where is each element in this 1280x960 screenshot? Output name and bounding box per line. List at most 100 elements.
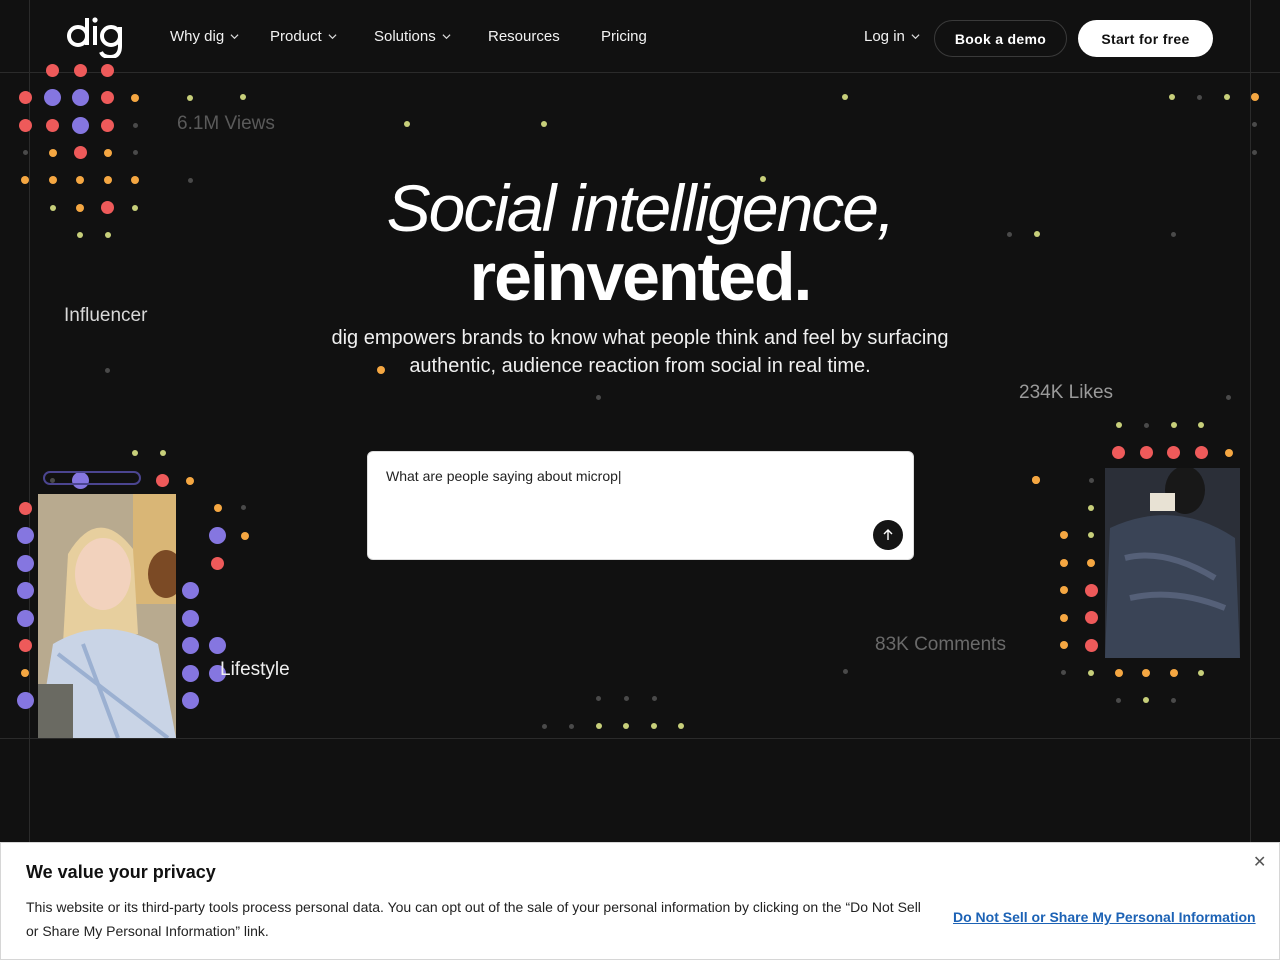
ask-search-box[interactable]: What are people saying about microp| xyxy=(367,451,914,560)
pattern-dot xyxy=(1088,477,1094,483)
pattern-dot xyxy=(21,669,29,677)
pattern-dot xyxy=(1167,446,1180,459)
hero-headline-line2: reinvented. xyxy=(469,239,813,315)
pattern-dot xyxy=(1171,697,1176,703)
pattern-dot xyxy=(240,94,246,100)
hero-divider xyxy=(0,738,1280,739)
start-free-button[interactable]: Start for free xyxy=(1078,20,1213,57)
nav-item-resources[interactable]: Resources xyxy=(488,28,560,45)
pattern-dot xyxy=(1084,638,1098,652)
pattern-dot xyxy=(1084,583,1098,597)
pattern-dot xyxy=(44,89,61,106)
pattern-dot xyxy=(104,367,110,373)
fashion-photo xyxy=(1105,468,1240,658)
login-menu[interactable]: Log in xyxy=(864,28,920,45)
frame-line-right xyxy=(1250,0,1251,842)
pattern-dot xyxy=(187,94,193,101)
pattern-dot xyxy=(156,474,169,487)
pattern-dot xyxy=(1250,93,1259,101)
pattern-dot xyxy=(1059,531,1068,539)
pattern-dot xyxy=(16,554,34,572)
pattern-dot xyxy=(181,664,199,682)
pattern-dot xyxy=(181,637,199,654)
pattern-dot xyxy=(16,692,34,709)
pattern-dot xyxy=(595,695,601,701)
pattern-dot xyxy=(1112,446,1125,459)
pattern-dot xyxy=(1061,670,1066,675)
nav-item-label: Solutions xyxy=(374,28,436,45)
pattern-dot xyxy=(1088,532,1094,538)
pattern-dot xyxy=(18,501,32,515)
pattern-dot xyxy=(1198,669,1204,676)
privacy-banner: We value your privacy This website or it… xyxy=(0,842,1280,960)
pattern-dot xyxy=(73,146,87,159)
dig-logo[interactable] xyxy=(66,16,126,60)
pattern-dot xyxy=(71,89,89,106)
pattern-dot xyxy=(623,723,629,729)
pattern-dot xyxy=(131,93,139,102)
arrow-up-icon xyxy=(883,529,893,540)
pattern-dot xyxy=(209,637,226,654)
pattern-dot xyxy=(595,394,601,400)
pattern-dot xyxy=(1224,94,1230,100)
pattern-dot xyxy=(1198,422,1204,428)
nav-item-pricing[interactable]: Pricing xyxy=(601,28,647,45)
chevron-down-icon xyxy=(230,34,239,40)
pattern-dot xyxy=(651,695,657,701)
nav-item-solutions[interactable]: Solutions xyxy=(374,28,451,45)
pattern-dot xyxy=(241,531,249,540)
pattern-dot xyxy=(1170,422,1177,428)
pattern-dot xyxy=(101,91,114,104)
close-icon[interactable]: ✕ xyxy=(1253,852,1266,872)
pattern-dot xyxy=(1252,149,1257,155)
pattern-dot xyxy=(1088,504,1094,511)
nav-item-product[interactable]: Product xyxy=(270,28,337,45)
pattern-dot xyxy=(16,609,34,627)
pattern-dot xyxy=(1088,669,1094,676)
send-button[interactable] xyxy=(873,520,903,550)
hero-headline-line1: Social intelligence, xyxy=(386,171,896,245)
pattern-dot xyxy=(181,582,199,599)
pattern-dot xyxy=(1143,697,1149,703)
pattern-dot xyxy=(101,118,114,132)
hero-subtitle: dig empowers brands to know what people … xyxy=(331,327,949,377)
decorative-pill xyxy=(43,471,141,485)
pattern-dot xyxy=(132,150,138,155)
pattern-dot xyxy=(213,504,222,512)
pattern-dot xyxy=(1087,558,1095,567)
influencer-tag: Influencer xyxy=(64,305,148,326)
pattern-dot xyxy=(1084,611,1098,624)
pattern-dot xyxy=(596,723,602,729)
pattern-dot xyxy=(1059,641,1068,649)
pattern-dot xyxy=(1169,668,1178,677)
pattern-dot xyxy=(211,556,224,570)
pattern-dot xyxy=(16,527,34,544)
search-input[interactable]: What are people saying about microp| xyxy=(386,468,622,484)
pattern-dot xyxy=(46,118,59,132)
pattern-dot xyxy=(623,695,629,701)
pattern-dot xyxy=(1224,448,1233,457)
book-demo-button[interactable]: Book a demo xyxy=(934,20,1067,57)
pattern-dot xyxy=(18,118,32,132)
do-not-sell-link[interactable]: Do Not Sell or Share My Personal Informa… xyxy=(953,909,1256,925)
pattern-dot xyxy=(186,476,194,485)
pattern-dot xyxy=(1225,394,1231,400)
influencer-photo xyxy=(38,494,176,738)
pattern-dot xyxy=(132,122,138,128)
views-stat: 6.1M Views xyxy=(177,113,275,134)
chevron-down-icon xyxy=(328,34,337,40)
pattern-dot xyxy=(842,94,848,100)
pattern-dot xyxy=(541,121,547,127)
pattern-dot xyxy=(18,639,32,652)
banner-title: We value your privacy xyxy=(26,862,216,882)
pattern-dot xyxy=(48,148,57,157)
pattern-dot xyxy=(18,91,32,104)
nav-divider xyxy=(0,72,1280,73)
nav-item-why-dig[interactable]: Why dig xyxy=(170,28,239,45)
chevron-down-icon xyxy=(442,34,451,40)
pattern-dot xyxy=(1252,122,1257,127)
pattern-dot xyxy=(209,527,226,544)
pattern-dot xyxy=(1197,94,1202,100)
nav-item-label: Product xyxy=(270,28,322,45)
nav-item-label: Why dig xyxy=(170,28,225,45)
